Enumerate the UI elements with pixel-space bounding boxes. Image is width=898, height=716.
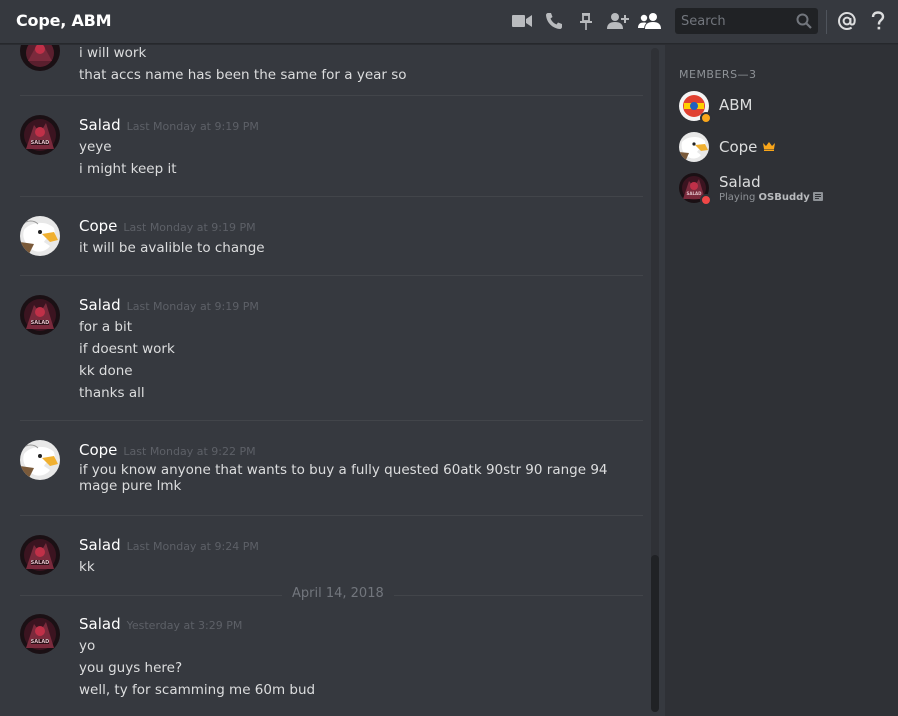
message-text: you guys here? bbox=[79, 660, 183, 676]
member-list: MEMBERS—3 ABM Cope SALAD Salad Playing O… bbox=[665, 45, 898, 716]
author-name[interactable]: Cope bbox=[79, 441, 117, 459]
voice-call-icon[interactable] bbox=[542, 10, 566, 32]
crown-icon bbox=[763, 137, 776, 155]
message-list[interactable]: i will work that accs name has been the … bbox=[0, 45, 660, 716]
message-timestamp: Last Monday at 9:19 PM bbox=[126, 120, 259, 133]
svg-text:SALAD: SALAD bbox=[31, 639, 50, 645]
search-box[interactable] bbox=[675, 8, 818, 34]
member-list-icon[interactable] bbox=[638, 10, 662, 32]
member-item-abm[interactable]: ABM bbox=[679, 91, 889, 127]
activity-game: OSBuddy bbox=[758, 192, 810, 203]
avatar[interactable]: SALAD bbox=[679, 173, 712, 206]
author-name[interactable]: Cope bbox=[79, 217, 117, 235]
message-group: i will work that accs name has been the … bbox=[20, 45, 643, 96]
message-timestamp: Last Monday at 9:22 PM bbox=[123, 445, 256, 458]
avatar[interactable]: SALAD bbox=[20, 295, 60, 335]
message-text: if you know anyone that wants to buy a f… bbox=[79, 462, 608, 478]
svg-text:SALAD: SALAD bbox=[31, 320, 50, 326]
svg-text:SALAD: SALAD bbox=[687, 191, 703, 196]
member-name: Cope bbox=[719, 137, 776, 156]
message-text: thanks all bbox=[79, 385, 145, 401]
activity-prefix: Playing bbox=[719, 192, 756, 203]
author-name[interactable]: Salad bbox=[79, 296, 121, 314]
avatar[interactable]: SALAD bbox=[20, 535, 60, 575]
header-divider bbox=[826, 10, 827, 34]
member-list-header: MEMBERS—3 bbox=[679, 68, 757, 81]
avatar[interactable] bbox=[679, 132, 709, 162]
message-text: it will be avalible to change bbox=[79, 240, 265, 256]
message-author[interactable]: Salad Last Monday at 9:24 PM bbox=[79, 536, 259, 554]
message-text: i will work bbox=[79, 45, 147, 61]
help-icon[interactable] bbox=[866, 10, 890, 32]
status-dnd-icon bbox=[700, 194, 712, 206]
avatar[interactable] bbox=[20, 216, 60, 256]
channel-header: Cope, ABM bbox=[0, 0, 898, 44]
member-item-cope[interactable]: Cope bbox=[679, 132, 889, 168]
message-timestamp: Last Monday at 9:19 PM bbox=[123, 221, 256, 234]
search-icon bbox=[796, 13, 812, 33]
message-author[interactable]: Salad Last Monday at 9:19 PM bbox=[79, 116, 259, 134]
author-name[interactable]: Salad bbox=[79, 536, 121, 554]
message-text: i might keep it bbox=[79, 161, 177, 177]
message-group: SALAD Salad Yesterday at 3:29 PM yo you g… bbox=[20, 595, 643, 716]
message-text: if doesnt work bbox=[79, 341, 175, 357]
message-text: yeye bbox=[79, 139, 112, 155]
avatar[interactable]: SALAD bbox=[20, 614, 60, 654]
message-group: Cope Last Monday at 9:19 PM it will be av… bbox=[20, 197, 643, 276]
message-text: kk done bbox=[79, 363, 133, 379]
status-idle-icon bbox=[700, 112, 712, 124]
message-author[interactable]: Cope Last Monday at 9:22 PM bbox=[79, 441, 256, 459]
author-name[interactable]: Salad bbox=[79, 615, 121, 633]
date-divider: April 14, 2018 bbox=[20, 586, 643, 601]
search-input[interactable] bbox=[681, 8, 791, 34]
message-timestamp: Yesterday at 3:29 PM bbox=[126, 619, 243, 632]
message-text: mage pure lmk bbox=[79, 478, 182, 494]
pin-icon[interactable] bbox=[574, 10, 598, 32]
scrollbar-thumb[interactable] bbox=[651, 555, 659, 712]
avatar[interactable] bbox=[20, 440, 60, 480]
message-author[interactable]: Salad Last Monday at 9:19 PM bbox=[79, 296, 259, 314]
rich-presence-icon bbox=[812, 192, 823, 203]
avatar[interactable] bbox=[679, 91, 712, 124]
message-text: well, ty for scamming me 60m bud bbox=[79, 682, 316, 698]
member-name-text: Cope bbox=[719, 138, 758, 156]
date-divider-label: April 14, 2018 bbox=[282, 586, 394, 601]
message-author[interactable]: Salad Yesterday at 3:29 PM bbox=[79, 615, 242, 633]
video-call-icon[interactable] bbox=[510, 10, 534, 32]
message-group: Cope Last Monday at 9:22 PM if you know a… bbox=[20, 421, 643, 516]
message-group: SALAD Salad Last Monday at 9:19 PM for a … bbox=[20, 276, 643, 421]
message-group: SALAD Salad Last Monday at 9:19 PM yeye i… bbox=[20, 96, 643, 197]
message-text: that accs name has been the same for a y… bbox=[79, 67, 407, 83]
message-text: yo bbox=[79, 638, 96, 654]
svg-text:SALAD: SALAD bbox=[31, 560, 50, 566]
member-name: Salad bbox=[719, 173, 761, 191]
message-group: SALAD Salad Last Monday at 9:24 PM kk bbox=[20, 516, 643, 595]
author-name[interactable]: Salad bbox=[79, 116, 121, 134]
member-name: ABM bbox=[719, 96, 753, 114]
avatar[interactable]: SALAD bbox=[20, 115, 60, 155]
message-text: for a bit bbox=[79, 319, 133, 335]
message-timestamp: Last Monday at 9:24 PM bbox=[126, 540, 259, 553]
mention-icon[interactable] bbox=[835, 10, 859, 32]
message-timestamp: Last Monday at 9:19 PM bbox=[126, 300, 259, 313]
member-activity: Playing OSBuddy bbox=[719, 192, 823, 203]
dm-title: Cope, ABM bbox=[16, 11, 112, 30]
member-item-salad[interactable]: SALAD Salad Playing OSBuddy bbox=[679, 173, 889, 209]
message-author[interactable]: Cope Last Monday at 9:19 PM bbox=[79, 217, 256, 235]
svg-text:SALAD: SALAD bbox=[31, 140, 50, 146]
add-friend-icon[interactable] bbox=[606, 10, 630, 32]
avatar[interactable] bbox=[20, 45, 60, 71]
message-text: kk bbox=[79, 559, 95, 575]
